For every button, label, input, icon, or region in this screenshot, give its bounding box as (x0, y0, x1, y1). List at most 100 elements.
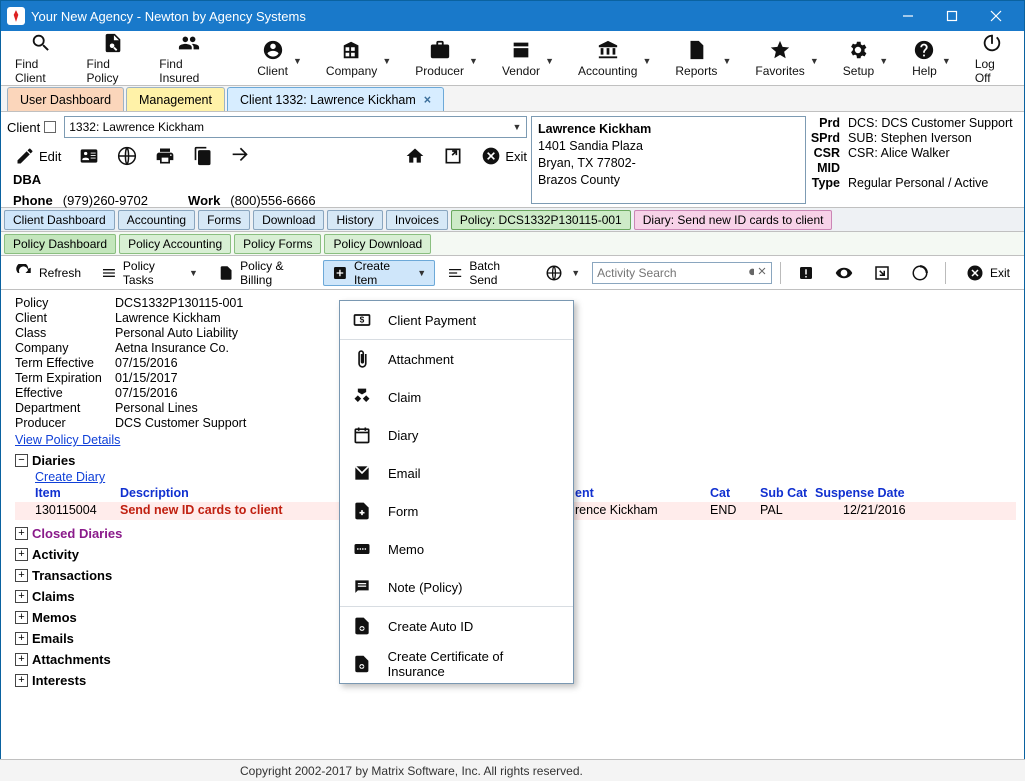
tab-close-icon[interactable]: × (424, 93, 431, 107)
collapse-icon[interactable]: − (15, 454, 28, 467)
bank-icon (597, 38, 619, 62)
dba-label: DBA (7, 172, 527, 187)
policy-field-grid: PolicyDCS1332P130115-001 ClientLawrence … (15, 296, 355, 430)
visibility-icon-button[interactable] (827, 260, 861, 286)
reports-menu-button[interactable]: Reports▼ (665, 31, 727, 85)
print-button[interactable] (155, 146, 175, 166)
create-item-menu: $Client Payment Attachment Claim Diary E… (339, 300, 574, 684)
footer: Copyright 2002-2017 by Matrix Software, … (0, 759, 1025, 781)
tab-client[interactable]: Client 1332: Lawrence Kickham× (227, 87, 444, 111)
alert-icon-button[interactable] (789, 260, 823, 286)
favorites-menu-button[interactable]: Favorites▼ (745, 31, 814, 85)
open-new-button[interactable] (443, 146, 463, 166)
home-button[interactable] (405, 146, 425, 166)
create-diary-link[interactable]: Create Diary (35, 470, 105, 484)
clear-icon[interactable] (756, 265, 768, 277)
vendor-menu-button[interactable]: Vendor▼ (492, 31, 550, 85)
polsubtab-accounting[interactable]: Policy Accounting (119, 234, 231, 254)
subtab-forms[interactable]: Forms (198, 210, 250, 230)
search-icon (30, 31, 52, 55)
view-policy-link[interactable]: View Policy Details (15, 433, 120, 447)
work-value: (800)556-6666 (230, 193, 315, 208)
tab-management[interactable]: Management (126, 87, 225, 111)
refresh-button[interactable]: Refresh (7, 260, 89, 286)
subtab-invoices[interactable]: Invoices (386, 210, 448, 230)
app-icon (7, 7, 25, 25)
activity-search-wrap (592, 262, 772, 284)
expand-icon[interactable]: + (15, 527, 28, 540)
open-external-icon-button[interactable] (865, 260, 899, 286)
menu-email[interactable]: Email (340, 454, 573, 492)
client-label: Client (7, 120, 40, 135)
tab-user-dashboard[interactable]: User Dashboard (7, 87, 124, 111)
subtab-client-dashboard[interactable]: Client Dashboard (4, 210, 115, 230)
producer-menu-button[interactable]: Producer▼ (405, 31, 474, 85)
subtab-download[interactable]: Download (253, 210, 324, 230)
menu-memo[interactable]: Memo (340, 530, 573, 568)
menu-attachment[interactable]: Attachment (340, 340, 573, 378)
minimize-button[interactable] (886, 1, 930, 31)
forward-button[interactable] (231, 146, 251, 166)
star-icon (769, 38, 791, 62)
vcard-button[interactable] (79, 146, 99, 166)
menu-certificate[interactable]: Create Certificate of Insurance (340, 645, 573, 683)
company-menu-button[interactable]: Company▼ (316, 31, 387, 85)
subtab-diary[interactable]: Diary: Send new ID cards to client (634, 210, 833, 230)
briefcase-icon (429, 38, 451, 62)
report-icon (685, 38, 707, 62)
find-client-button[interactable]: Find Client (5, 31, 77, 85)
exit-button[interactable]: Exit (481, 146, 527, 166)
create-item-button[interactable]: Create Item▼ (323, 260, 435, 286)
client-menu-button[interactable]: Client▼ (247, 31, 298, 85)
globe-action-button[interactable]: ▼ (537, 260, 588, 286)
polsubtab-dashboard[interactable]: Policy Dashboard (4, 234, 116, 254)
account-icon (262, 38, 284, 62)
svg-text:$: $ (360, 315, 365, 325)
close-button[interactable] (974, 1, 1018, 31)
edit-button[interactable]: Edit (15, 146, 61, 166)
content-area: PolicyDCS1332P130115-001 ClientLawrence … (1, 290, 1024, 688)
client-combobox[interactable]: 1332: Lawrence Kickham ▼ (64, 116, 527, 138)
menu-diary[interactable]: Diary (340, 416, 573, 454)
window-title: Your New Agency - Newton by Agency Syste… (31, 9, 306, 24)
clipboard-button[interactable] (193, 146, 213, 166)
polsubtab-download[interactable]: Policy Download (324, 234, 431, 254)
help-icon (913, 38, 935, 62)
menu-client-payment[interactable]: $Client Payment (340, 301, 573, 339)
menu-auto-id[interactable]: Create Auto ID (340, 607, 573, 645)
building-icon (341, 38, 363, 62)
accounting-menu-button[interactable]: Accounting▼ (568, 31, 647, 85)
title-bar: Your New Agency - Newton by Agency Syste… (1, 1, 1024, 31)
menu-claim[interactable]: Claim (340, 378, 573, 416)
search-icon[interactable] (742, 265, 754, 277)
find-policy-button[interactable]: Find Policy (77, 31, 150, 85)
globe-button[interactable] (117, 146, 137, 166)
exit-action-button[interactable]: Exit (958, 260, 1018, 286)
spinner-icon-button[interactable] (903, 260, 937, 286)
polsubtab-forms[interactable]: Policy Forms (234, 234, 321, 254)
tab-strip: User Dashboard Management Client 1332: L… (1, 86, 1024, 112)
subtab-history[interactable]: History (327, 210, 382, 230)
phone-value: (979)260-9702 (63, 193, 148, 208)
help-menu-button[interactable]: Help▼ (902, 31, 947, 85)
setup-menu-button[interactable]: Setup▼ (833, 31, 884, 85)
right-info-grid: PrdDCS: DCS Customer Support SPrdSUB: St… (806, 116, 1020, 190)
subtab-policy[interactable]: Policy: DCS1332P130115-001 (451, 210, 631, 230)
policy-billing-button[interactable]: Policy & Billing (210, 260, 319, 286)
menu-note[interactable]: Note (Policy) (340, 568, 573, 606)
menu-form[interactable]: Form (340, 492, 573, 530)
policy-tasks-button[interactable]: Policy Tasks▼ (93, 260, 206, 286)
chevron-down-icon[interactable]: ▼ (510, 119, 524, 135)
logoff-button[interactable]: Log Off (965, 31, 1020, 85)
main-toolbar: Find Client Find Policy Find Insured Cli… (1, 31, 1024, 86)
gear-icon (847, 38, 869, 62)
maximize-button[interactable] (930, 1, 974, 31)
power-icon (981, 31, 1003, 55)
vendor-icon (510, 38, 532, 62)
subtab-accounting[interactable]: Accounting (118, 210, 195, 230)
find-insured-button[interactable]: Find Insured (149, 31, 229, 85)
batch-send-button[interactable]: Batch Send (439, 260, 533, 286)
action-toolbar: Refresh Policy Tasks▼ Policy & Billing C… (1, 256, 1024, 290)
policy-subtabs: Policy Dashboard Policy Accounting Polic… (1, 232, 1024, 256)
client-checkbox[interactable] (44, 121, 56, 133)
